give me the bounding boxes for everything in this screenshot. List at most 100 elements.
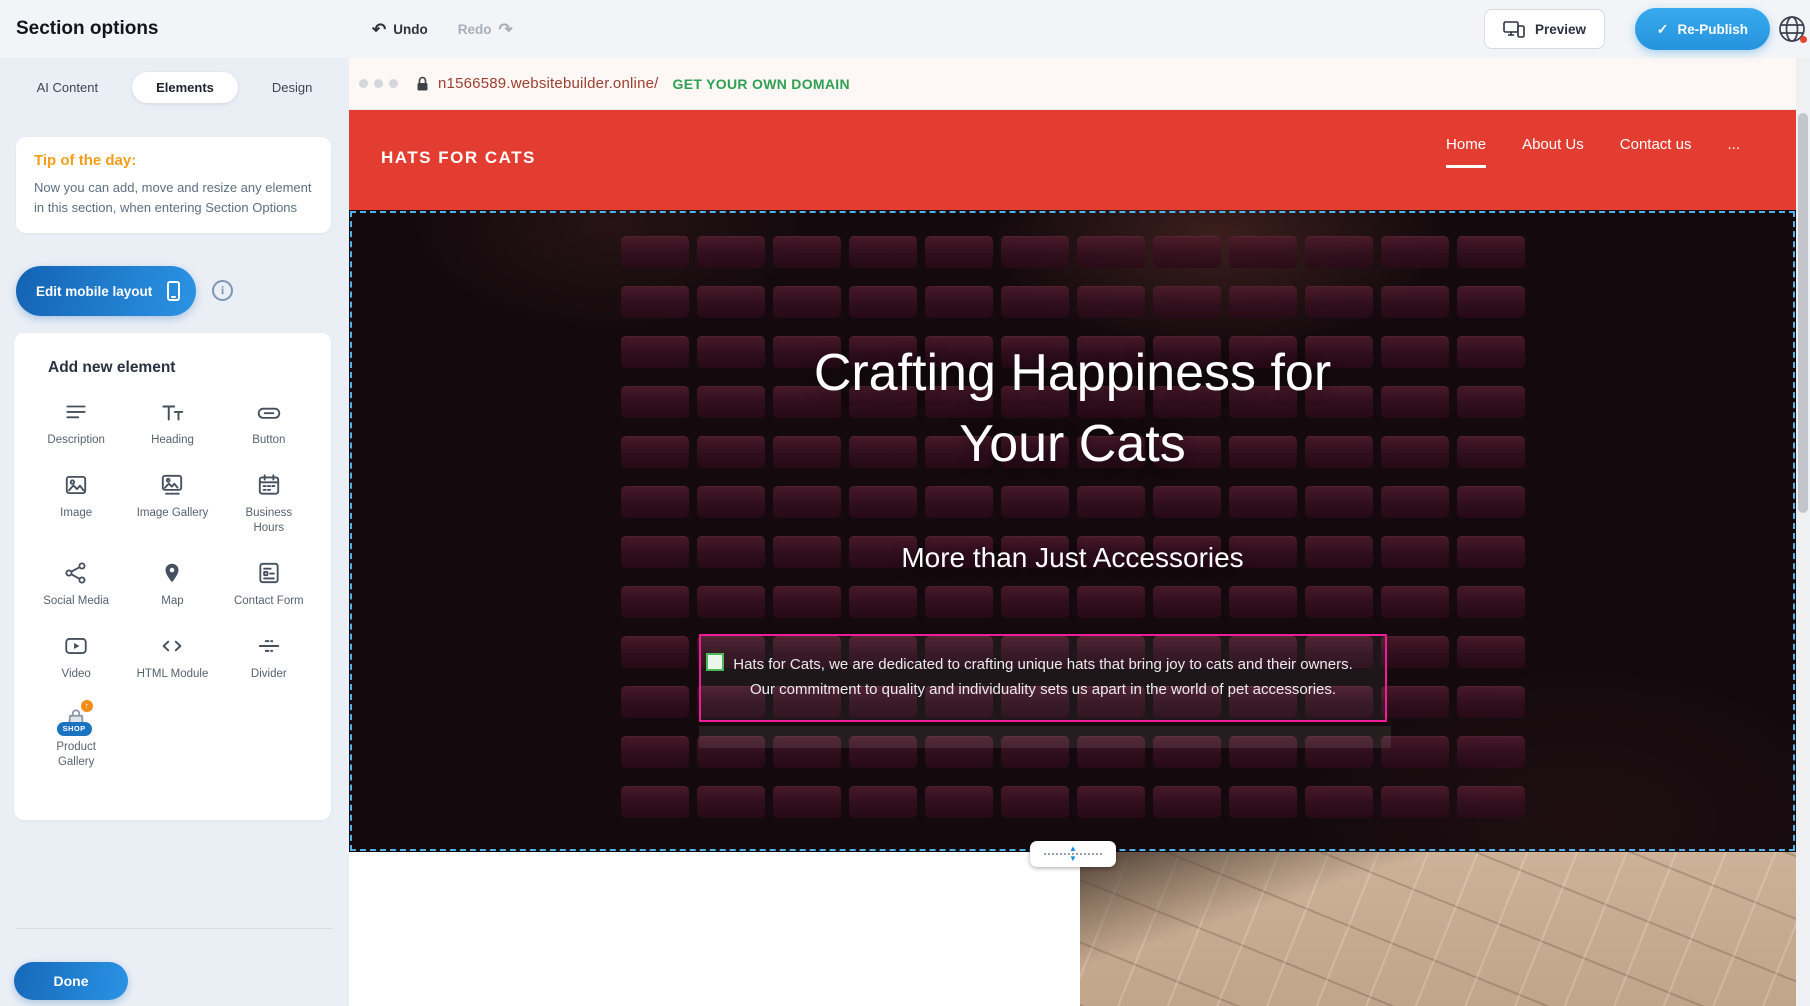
hero-tile xyxy=(621,786,689,818)
element-image[interactable]: Image xyxy=(28,472,124,536)
element-label: Description xyxy=(47,433,105,448)
language-globe-button[interactable] xyxy=(1776,13,1808,45)
hero-tile xyxy=(1457,486,1525,518)
hero-tile xyxy=(1305,236,1373,268)
next-section-background xyxy=(349,852,1080,1006)
editor-canvas: n1566589.websitebuilder.online/ GET YOUR… xyxy=(349,58,1810,1006)
republish-button[interactable]: ✓ Re-Publish xyxy=(1635,8,1770,50)
history-controls: ↶ Undo Redo ↷ xyxy=(372,0,513,58)
hero-tile xyxy=(1229,586,1297,618)
tab-design[interactable]: Design xyxy=(266,72,318,103)
app: Section options ↶ Undo Redo ↷ Preview ✓ … xyxy=(0,0,1810,1006)
tab-ai-content[interactable]: AI Content xyxy=(31,72,104,103)
hero-tile xyxy=(1077,786,1145,818)
hero-tile xyxy=(697,786,765,818)
element-label: Image Gallery xyxy=(137,506,209,521)
hero-tile xyxy=(1001,786,1069,818)
hero-tile xyxy=(1001,286,1069,318)
hero-tile xyxy=(773,286,841,318)
done-button[interactable]: Done xyxy=(14,962,128,1000)
hero-tile xyxy=(1381,286,1449,318)
sidebar-divider xyxy=(16,928,333,929)
phone-icon xyxy=(167,281,180,301)
browser-chrome: n1566589.websitebuilder.online/ GET YOUR… xyxy=(349,58,1796,110)
hero-tile xyxy=(1305,586,1373,618)
element-video[interactable]: Video xyxy=(28,633,124,682)
paragraph-element-selected[interactable]: Hats for Cats, we are dedicated to craft… xyxy=(699,634,1387,722)
element-button[interactable]: Button xyxy=(221,399,317,448)
hero-tile xyxy=(1153,586,1221,618)
hero-section-selected[interactable]: Crafting Happiness for Your Cats More th… xyxy=(349,210,1796,852)
window-dots xyxy=(359,79,398,88)
tip-body: Now you can add, move and resize any ele… xyxy=(34,178,313,217)
info-icon[interactable]: i xyxy=(212,280,233,301)
element-label: Divider xyxy=(251,667,287,682)
element-social-media[interactable]: Social Media xyxy=(28,560,124,609)
paragraph-line: Our commitment to quality and individual… xyxy=(733,678,1353,703)
get-domain-link[interactable]: GET YOUR OWN DOMAIN xyxy=(673,76,850,92)
undo-label: Undo xyxy=(393,22,428,37)
paragraph-line: Hats for Cats, we are dedicated to craft… xyxy=(733,653,1353,678)
hero-tile xyxy=(1229,236,1297,268)
redo-button[interactable]: Redo ↷ xyxy=(458,21,513,38)
element-label: Button xyxy=(252,433,285,448)
divider-icon xyxy=(255,633,282,660)
element-image-gallery[interactable]: Image Gallery xyxy=(124,472,220,536)
hero-tile xyxy=(1457,636,1525,668)
preview-button[interactable]: Preview xyxy=(1484,9,1605,49)
hero-tile xyxy=(1381,686,1449,718)
preview-label: Preview xyxy=(1535,22,1586,37)
element-divider[interactable]: Divider xyxy=(221,633,317,682)
hero-tile xyxy=(849,586,917,618)
hero-tile xyxy=(621,236,689,268)
element-product-gallery[interactable]: SHOP ↑ Product Gallery xyxy=(28,706,124,770)
element-html-module[interactable]: HTML Module xyxy=(124,633,220,682)
edit-mobile-layout-button[interactable]: Edit mobile layout xyxy=(16,266,196,316)
hero-tile xyxy=(621,636,689,668)
tab-elements[interactable]: Elements xyxy=(132,72,238,103)
nav-home[interactable]: Home xyxy=(1446,136,1486,168)
hero-tile xyxy=(849,486,917,518)
nav-more[interactable]: ... xyxy=(1727,136,1740,168)
contact-form-icon xyxy=(255,560,282,587)
element-map[interactable]: Map xyxy=(124,560,220,609)
hero-tile xyxy=(1457,736,1525,768)
resize-handle[interactable] xyxy=(706,653,724,671)
element-contact-form[interactable]: Contact Form xyxy=(221,560,317,609)
hero-tile xyxy=(925,486,993,518)
product-gallery-icon: SHOP ↑ xyxy=(63,706,90,733)
edit-mobile-label: Edit mobile layout xyxy=(36,284,152,299)
hero-heading-line: Your Cats xyxy=(349,409,1796,480)
hero-subheading: More than Just Accessories xyxy=(349,542,1796,574)
element-description[interactable]: Description xyxy=(28,399,124,448)
nav-contact-us[interactable]: Contact us xyxy=(1620,136,1692,168)
topbar: Section options ↶ Undo Redo ↷ Preview ✓ … xyxy=(0,0,1810,58)
hero-tile xyxy=(621,486,689,518)
element-label: Social Media xyxy=(43,594,109,609)
element-heading[interactable]: Heading xyxy=(124,399,220,448)
hero-tile xyxy=(849,786,917,818)
scrollbar-thumb[interactable] xyxy=(1798,113,1808,513)
hero-heading-line: Crafting Happiness for xyxy=(349,338,1796,409)
hero-tile xyxy=(1153,786,1221,818)
element-business-hours[interactable]: Business Hours xyxy=(221,472,317,536)
section-resize-handle[interactable]: ▲ ▼ xyxy=(1030,841,1116,867)
site-url[interactable]: n1566589.websitebuilder.online/ xyxy=(438,75,659,92)
nav-about-us[interactable]: About Us xyxy=(1522,136,1584,168)
hero-tile xyxy=(1457,236,1525,268)
tip-title: Tip of the day: xyxy=(34,152,313,169)
site-header[interactable]: HATS FOR CATS Home About Us Contact us .… xyxy=(349,110,1796,210)
undo-button[interactable]: ↶ Undo xyxy=(372,21,428,38)
hero-tile xyxy=(621,686,689,718)
hero-tile xyxy=(697,586,765,618)
hero-tile xyxy=(1457,286,1525,318)
video-icon xyxy=(63,633,90,660)
page-title: Section options xyxy=(16,18,159,40)
hero-tile xyxy=(1457,786,1525,818)
arrow-down-icon: ▼ xyxy=(1069,856,1077,862)
description-icon xyxy=(63,399,90,426)
hero-tile xyxy=(1381,786,1449,818)
shop-badge: SHOP xyxy=(57,722,92,736)
hero-tile xyxy=(697,286,765,318)
hero-tile xyxy=(773,236,841,268)
